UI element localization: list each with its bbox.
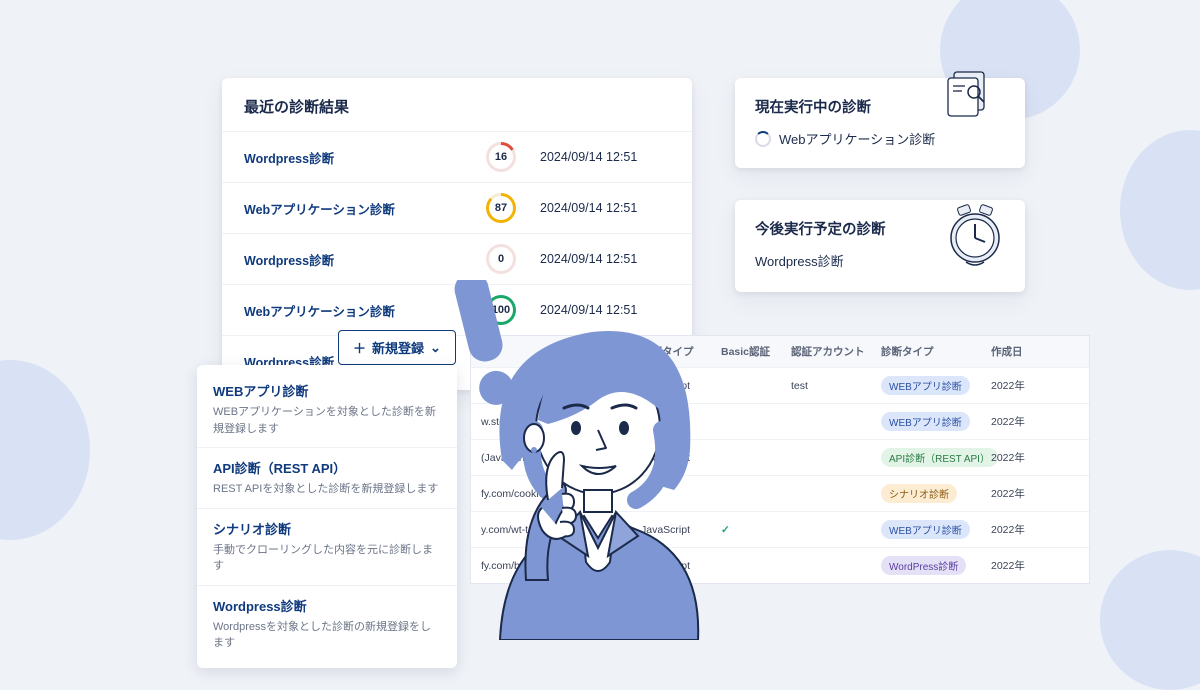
score-ring: 87	[486, 193, 516, 223]
cell-created: 2022年	[991, 486, 1061, 501]
cell-account: test	[791, 380, 881, 392]
table-header-cell: 認証タイプ	[641, 344, 721, 359]
table-header-cell: 作成日	[991, 344, 1061, 359]
result-date: 2024/09/14 12:51	[540, 150, 670, 164]
menu-item-desc: REST APIを対象とした診断を新規登録します	[213, 481, 441, 498]
new-registration-button[interactable]: ＋ 新規登録 ⌄	[338, 330, 456, 365]
result-name: Webアプリケーション診断	[244, 301, 478, 320]
menu-item-title: API診断（REST API）	[213, 458, 441, 477]
cell-scan-type: WEBアプリ診断	[881, 520, 991, 539]
cell-scan-type: WEBアプリ診断	[881, 412, 991, 431]
cell-url: w.stg-securify.com/	[481, 416, 641, 428]
result-date: 2024/09/14 12:51	[540, 201, 670, 215]
document-icon	[940, 68, 1000, 118]
chevron-down-icon: ⌄	[430, 340, 441, 356]
menu-item-desc: Wordpressを対象とした診断の新規登録をします	[213, 619, 441, 652]
menu-item-title: WEBアプリ診断	[213, 381, 441, 400]
type-chip: WordPress診断	[881, 556, 966, 575]
cell-created: 2022年	[991, 558, 1061, 573]
menu-item-title: Wordpress診断	[213, 596, 441, 615]
new-registration-menu: WEBアプリ診断 WEBアプリケーションを対象とした診断を新規登録します API診断…	[197, 365, 457, 668]
recent-results-title: 最近の診断結果	[222, 96, 692, 131]
score-value: 0	[489, 247, 513, 271]
spinner-icon	[755, 131, 771, 147]
cell-created: 2022年	[991, 378, 1061, 393]
recent-result-row[interactable]: Webアプリケーション診断 100 2024/09/14 12:51	[222, 284, 692, 335]
check-icon: ✓	[721, 524, 730, 536]
type-chip: WEBアプリ診断	[881, 412, 970, 431]
projects-table: 認証タイプBasic認証認証アカウント診断タイプ作成日 .navisia.jpJ…	[470, 335, 1090, 584]
running-item: Webアプリケーション診断	[779, 129, 935, 148]
result-date: 2024/09/14 12:51	[540, 252, 670, 266]
cell-url: y.com/wt-top	[481, 524, 641, 536]
cell-scan-type: WEBアプリ診断	[881, 376, 991, 395]
result-date: 2024/09/14 12:51	[540, 303, 670, 317]
table-row[interactable]: (JavaScript)JavaScript API診断（REST API）202…	[471, 439, 1089, 475]
table-header-cell: 認証アカウント	[791, 344, 881, 359]
cell-created: 2022年	[991, 414, 1061, 429]
cell-url: fy.com/basic-	[481, 560, 641, 572]
cell-url: .navisia.jp	[481, 380, 641, 392]
cell-scan-type: API診断（REST API）	[881, 448, 991, 467]
score-value: 16	[489, 145, 513, 169]
score-value: 87	[489, 196, 513, 220]
result-name: Wordpress診断	[244, 250, 478, 269]
table-row[interactable]: .navisia.jpJavaScript testWEBアプリ診断 2022年	[471, 367, 1089, 403]
cell-auth-type: JavaScript	[641, 560, 721, 572]
cell-auth-type: JavaScript	[641, 380, 721, 392]
decorative-blob	[1100, 550, 1200, 690]
decorative-blob	[0, 360, 90, 540]
cell-scan-type: シナリオ診断	[881, 484, 991, 503]
table-row[interactable]: fy.com/basic-JavaScript WordPress診断 2022年	[471, 547, 1089, 583]
result-name: Webアプリケーション診断	[244, 199, 478, 218]
menu-item[interactable]: シナリオ診断手動でクローリングした内容を元に診断します	[197, 508, 457, 585]
type-chip: WEBアプリ診断	[881, 520, 970, 539]
menu-item-desc: WEBアプリケーションを対象とした診断を新規登録します	[213, 404, 441, 437]
cell-url: (JavaScript)	[481, 452, 641, 464]
cell-basic-auth: ✓	[721, 524, 791, 536]
type-chip: WEBアプリ診断	[881, 376, 970, 395]
menu-item[interactable]: WEBアプリ診断 WEBアプリケーションを対象とした診断を新規登録します	[197, 371, 457, 447]
table-row[interactable]: w.stg-securify.com/WEBアプリ診断 2022年	[471, 403, 1089, 439]
score-ring: 16	[486, 142, 516, 172]
plus-icon: ＋	[353, 338, 366, 357]
score-ring: 0	[486, 244, 516, 274]
table-header-cell: Basic認証	[721, 344, 791, 359]
menu-item[interactable]: API診断（REST API） REST APIを対象とした診断を新規登録します	[197, 447, 457, 508]
cell-created: 2022年	[991, 450, 1061, 465]
decorative-blob	[1120, 130, 1200, 290]
cell-auth-type: JavaScript	[641, 452, 721, 464]
recent-result-row[interactable]: Webアプリケーション診断 87 2024/09/14 12:51	[222, 182, 692, 233]
clock-icon	[940, 200, 1010, 270]
menu-item-desc: 手動でクローリングした内容を元に診断します	[213, 542, 441, 575]
table-row[interactable]: fy.com/cookie- シナリオ診断 2022年	[471, 475, 1089, 511]
cell-url: fy.com/cookie-	[481, 488, 641, 500]
new-registration-label: 新規登録	[372, 338, 424, 357]
recent-result-row[interactable]: Wordpress診断 0 2024/09/14 12:51	[222, 233, 692, 284]
table-row[interactable]: y.com/wt-topJavaScript✓ WEBアプリ診断 2022年	[471, 511, 1089, 547]
type-chip: シナリオ診断	[881, 484, 957, 503]
score-value: 100	[489, 298, 513, 322]
cell-auth-type: JavaScript	[641, 524, 721, 536]
table-header-cell: 診断タイプ	[881, 344, 991, 359]
recent-result-row[interactable]: Wordpress診断 16 2024/09/14 12:51	[222, 131, 692, 182]
cell-scan-type: WordPress診断	[881, 556, 991, 575]
type-chip: API診断（REST API）	[881, 448, 998, 467]
result-name: Wordpress診断	[244, 148, 478, 167]
score-ring: 100	[486, 295, 516, 325]
cell-created: 2022年	[991, 522, 1061, 537]
menu-item-title: シナリオ診断	[213, 519, 441, 538]
